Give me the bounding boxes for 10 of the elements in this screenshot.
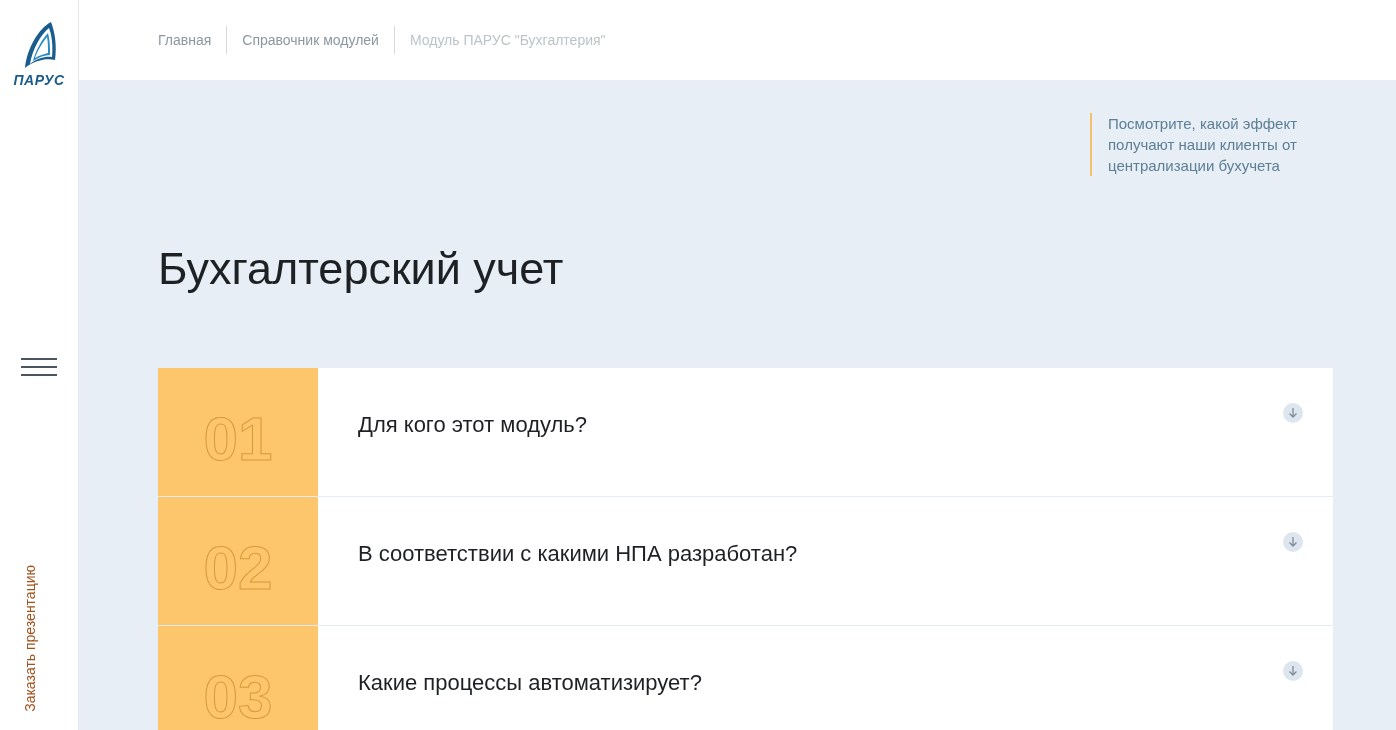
- question-title[interactable]: Какие процессы автоматизирует?: [358, 670, 702, 695]
- question-title[interactable]: Для кого этот модуль?: [358, 412, 588, 437]
- logo-text: ПАРУС: [13, 71, 65, 90]
- page-title: Бухгалтерский учет: [158, 242, 565, 296]
- callout-text[interactable]: Посмотрите, какой эффект получают наши клиенты от централизации бухучета: [1090, 113, 1333, 176]
- question-title[interactable]: В соответствии с какими НПА разработан?: [358, 541, 798, 566]
- order-presentation-link[interactable]: Заказать презентацию: [22, 565, 56, 712]
- menu-icon[interactable]: [21, 358, 57, 376]
- breadcrumb-link[interactable]: Главная: [158, 26, 227, 54]
- breadcrumb-link[interactable]: Справочник модулей: [226, 26, 394, 54]
